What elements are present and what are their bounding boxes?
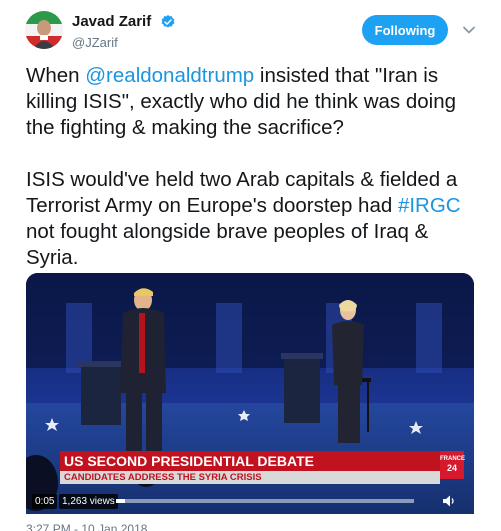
tweet-paragraph-2: ISIS would've held two Arab capitals & f… — [26, 167, 486, 271]
tweet-text-segment: ISIS would've held two Arab capitals & f… — [26, 168, 458, 217]
verified-badge-icon — [161, 14, 175, 28]
tweet-text: When @realdonaldtrump insisted that "Ira… — [26, 63, 486, 271]
tweet-text-segment: not fought alongside brave peoples of Ir… — [26, 220, 429, 269]
tweet-timestamp[interactable]: 3:27 PM - 10 Jan 2018 — [26, 522, 147, 531]
avatar-image — [25, 11, 63, 49]
author-handle[interactable]: @JZarif — [72, 35, 176, 50]
progress-bar[interactable] — [116, 499, 414, 503]
author-names: Javad Zarif @JZarif — [72, 13, 176, 50]
mention-link[interactable]: @realdonaldtrump — [85, 64, 254, 87]
tweet-header: Javad Zarif @JZarif Following — [25, 11, 485, 51]
speaker-icon[interactable] — [442, 494, 456, 508]
hashtag-link[interactable]: #IRGC — [398, 194, 461, 217]
view-count: 1,263 views — [59, 494, 118, 509]
tweet-text-segment: When — [26, 64, 86, 87]
video-controls: 0:05 1,263 views — [26, 489, 474, 514]
channel-logo: FRANCE 24 — [440, 451, 465, 479]
tweet-paragraph-1: When @realdonaldtrump insisted that "Ira… — [26, 63, 486, 141]
author-display-name[interactable]: Javad Zarif — [72, 13, 151, 30]
chevron-down-icon[interactable] — [462, 23, 476, 37]
channel-logo-number: 24 — [446, 463, 457, 473]
lower-third-headline: US SECOND PRESIDENTIAL DEBATE — [60, 451, 440, 471]
video-player[interactable]: US SECOND PRESIDENTIAL DEBATE CANDIDATES… — [26, 273, 474, 514]
following-button[interactable]: Following — [362, 15, 448, 45]
elapsed-time: 0:05 — [32, 494, 58, 509]
lower-third-subheadline: CANDIDATES ADDRESS THE SYRIA CRISIS — [60, 471, 440, 484]
avatar[interactable] — [25, 11, 63, 49]
channel-logo-text: FRANCE — [440, 456, 465, 462]
news-lower-third: US SECOND PRESIDENTIAL DEBATE CANDIDATES… — [60, 451, 440, 489]
progress-fill — [116, 499, 125, 503]
